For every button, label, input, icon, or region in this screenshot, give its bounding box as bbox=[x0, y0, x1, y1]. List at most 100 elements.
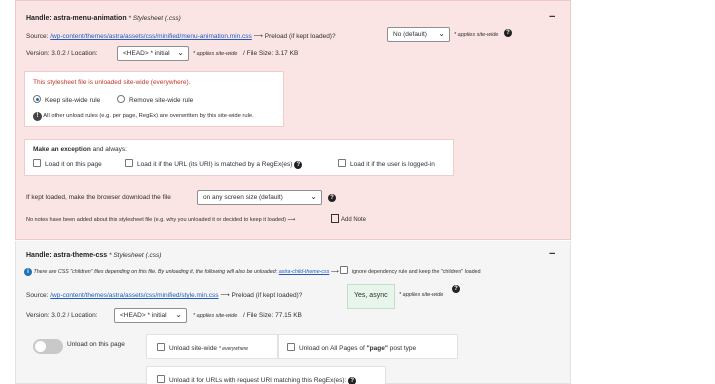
file-size: / File Size: 77.15 KB bbox=[243, 312, 302, 319]
handle-name: astra-menu-animation bbox=[53, 15, 127, 22]
asset-row-menu-animation: Handle: astra-menu-animation * Styleshee… bbox=[15, 0, 571, 240]
children-notice: i There are CSS "children" files dependi… bbox=[24, 266, 481, 276]
toggle-knob bbox=[35, 341, 46, 352]
preload-select[interactable]: No (default) ⌄ bbox=[387, 27, 450, 42]
ignore-dependency-checkbox[interactable] bbox=[339, 266, 348, 274]
unloaded-notice: This stylesheet file is unloaded site-wi… bbox=[33, 79, 191, 86]
warning-icon: ! bbox=[33, 112, 42, 121]
screen-size-select[interactable]: on any screen size (default) ⌄ bbox=[197, 190, 322, 205]
note-edit-icon bbox=[331, 214, 339, 223]
checkbox-icon bbox=[125, 159, 133, 167]
screen-size-value: on any screen size (default) bbox=[203, 194, 283, 201]
asset-row-theme-css: Handle: astra-theme-css * Stylesheet (.c… bbox=[15, 241, 571, 384]
preload-label: Preload (if kept loaded)? bbox=[231, 292, 303, 299]
help-icon[interactable]: ? bbox=[294, 161, 303, 169]
kept-loaded-text: If kept loaded, make the browser downloa… bbox=[26, 194, 171, 201]
location-value: <HEAD> * initial bbox=[120, 312, 167, 319]
unload-sitewide-label: Unload site-wide bbox=[169, 345, 218, 352]
preload-select[interactable]: Yes, async bbox=[347, 284, 395, 309]
preload-value: Yes, async bbox=[354, 292, 388, 299]
exception-title-strong: Make an exception bbox=[33, 146, 91, 153]
handle-label: Handle: bbox=[26, 252, 52, 259]
add-note-label: Add Note bbox=[341, 217, 367, 223]
everywhere-note: * everywhere bbox=[218, 346, 249, 352]
help-icon[interactable]: ? bbox=[348, 377, 357, 384]
unload-regex-label: Unload it for URLs with request URI matc… bbox=[169, 377, 347, 384]
unload-regex-box[interactable]: Unload it for URLs with request URI matc… bbox=[146, 366, 386, 384]
unload-sitewide-box[interactable]: Unload site-wide * everywhere bbox=[146, 334, 278, 359]
handle-label: Handle: bbox=[26, 15, 52, 22]
preload-label: Preload (if kept loaded)? bbox=[264, 33, 336, 40]
location-select[interactable]: <HEAD> * initial ⌄ bbox=[117, 46, 189, 61]
radio-remove-sitewide[interactable]: Remove site-wide rule bbox=[117, 95, 193, 104]
override-warning-text: All other unload rules (e.g. per page, R… bbox=[43, 113, 254, 119]
chevron-down-icon: ⌄ bbox=[310, 192, 317, 201]
exception-load-logged-in[interactable]: Load it if the user is logged-in bbox=[338, 159, 435, 168]
arrow-icon: ⟶ bbox=[220, 292, 230, 299]
radio-keep-label: Keep site-wide rule bbox=[45, 97, 101, 104]
collapse-icon[interactable]: − bbox=[549, 248, 555, 260]
asset-type: * Stylesheet (.css) bbox=[128, 15, 181, 22]
help-icon[interactable]: ? bbox=[328, 194, 336, 202]
checkbox-icon bbox=[287, 343, 295, 351]
exception-title: Make an exception and always: bbox=[33, 146, 127, 153]
unload-post-type-post: post type bbox=[387, 345, 417, 352]
checkbox-icon bbox=[157, 343, 165, 351]
handle-line: Handle: astra-theme-css * Stylesheet (.c… bbox=[26, 252, 161, 259]
exception-load-regex[interactable]: Load it if the URL (its URI) is matched … bbox=[125, 159, 303, 169]
exception-load-on-page[interactable]: Load it on this page bbox=[33, 159, 102, 168]
source-label: Source: bbox=[26, 292, 49, 299]
radio-selected-icon bbox=[33, 95, 41, 103]
chevron-down-icon: ⌄ bbox=[175, 310, 182, 319]
post-type-name: "page" bbox=[366, 345, 388, 352]
exception-panel: Make an exception and always: Load it on… bbox=[24, 139, 454, 176]
unload-rule-panel: This stylesheet file is unloaded site-wi… bbox=[24, 71, 284, 127]
applies-sitewide-note: * applies site-wide bbox=[399, 292, 444, 298]
asset-list: Handle: astra-menu-animation * Styleshee… bbox=[0, 0, 715, 384]
applies-sitewide-note: * applies site-wide bbox=[454, 32, 499, 38]
unload-on-page-label: Unload on this page bbox=[67, 341, 125, 348]
checkbox-icon bbox=[157, 375, 165, 383]
handle-line: Handle: astra-menu-animation * Styleshee… bbox=[26, 15, 181, 22]
source-line: Source: /wp-content/themes/astra/assets/… bbox=[26, 291, 302, 299]
arrow-icon: ⟶ bbox=[330, 269, 339, 275]
children-notice-text: There are CSS "children" files depending… bbox=[33, 269, 278, 275]
children-link[interactable]: astra-child-theme-css bbox=[279, 269, 330, 275]
applies-sitewide-note-2: * applies site-wide bbox=[193, 51, 238, 57]
exception-title-suffix: and always: bbox=[90, 146, 127, 153]
chevron-down-icon: ⌄ bbox=[177, 48, 184, 57]
checkbox-icon bbox=[33, 159, 41, 167]
exception-load-on-page-label: Load it on this page bbox=[45, 161, 102, 168]
radio-remove-label: Remove site-wide rule bbox=[129, 97, 194, 104]
radio-unselected-icon bbox=[117, 95, 125, 103]
version-text: Version: 3.0.2 / Location: bbox=[26, 50, 98, 57]
add-note-link[interactable]: Add Note bbox=[331, 214, 366, 223]
arrow-icon: ⟶ bbox=[253, 33, 263, 40]
source-label: Source: bbox=[26, 33, 49, 40]
source-link[interactable]: /wp-content/themes/astra/assets/css/mini… bbox=[50, 33, 252, 40]
unload-sitewide-option[interactable]: Unload site-wide * everywhere bbox=[157, 343, 248, 352]
chevron-down-icon: ⌄ bbox=[438, 29, 445, 38]
source-line: Source: /wp-content/themes/astra/assets/… bbox=[26, 32, 336, 40]
exception-load-regex-label: Load it if the URL (its URI) is matched … bbox=[137, 161, 293, 168]
version-text: Version: 3.0.2 / Location: bbox=[26, 312, 98, 319]
no-notes-text: No notes have been added about this styl… bbox=[26, 217, 296, 223]
unload-post-type-option[interactable]: Unload on All Pages of "page" post type bbox=[287, 343, 416, 352]
radio-keep-sitewide[interactable]: Keep site-wide rule bbox=[33, 95, 100, 104]
help-icon[interactable]: ? bbox=[452, 285, 460, 293]
override-warning: ! All other unload rules (e.g. per page,… bbox=[33, 112, 254, 121]
handle-name: astra-theme-css bbox=[53, 252, 108, 259]
checkbox-icon bbox=[338, 159, 346, 167]
info-icon: i bbox=[24, 268, 32, 276]
unload-post-type-box[interactable]: Unload on All Pages of "page" post type bbox=[278, 334, 458, 359]
location-value: <HEAD> * initial bbox=[123, 50, 170, 57]
location-select[interactable]: <HEAD> * initial ⌄ bbox=[114, 308, 187, 323]
collapse-icon[interactable]: − bbox=[549, 11, 555, 23]
unload-regex-option[interactable]: Unload it for URLs with request URI matc… bbox=[157, 375, 357, 384]
unload-on-page-toggle[interactable] bbox=[33, 339, 63, 354]
applies-sitewide-note-2: * applies site-wide bbox=[193, 313, 238, 319]
asset-type: * Stylesheet (.css) bbox=[109, 252, 162, 259]
preload-value: No (default) bbox=[393, 31, 427, 38]
source-link[interactable]: /wp-content/themes/astra/assets/css/mini… bbox=[50, 292, 218, 299]
help-icon[interactable]: ? bbox=[504, 29, 512, 37]
